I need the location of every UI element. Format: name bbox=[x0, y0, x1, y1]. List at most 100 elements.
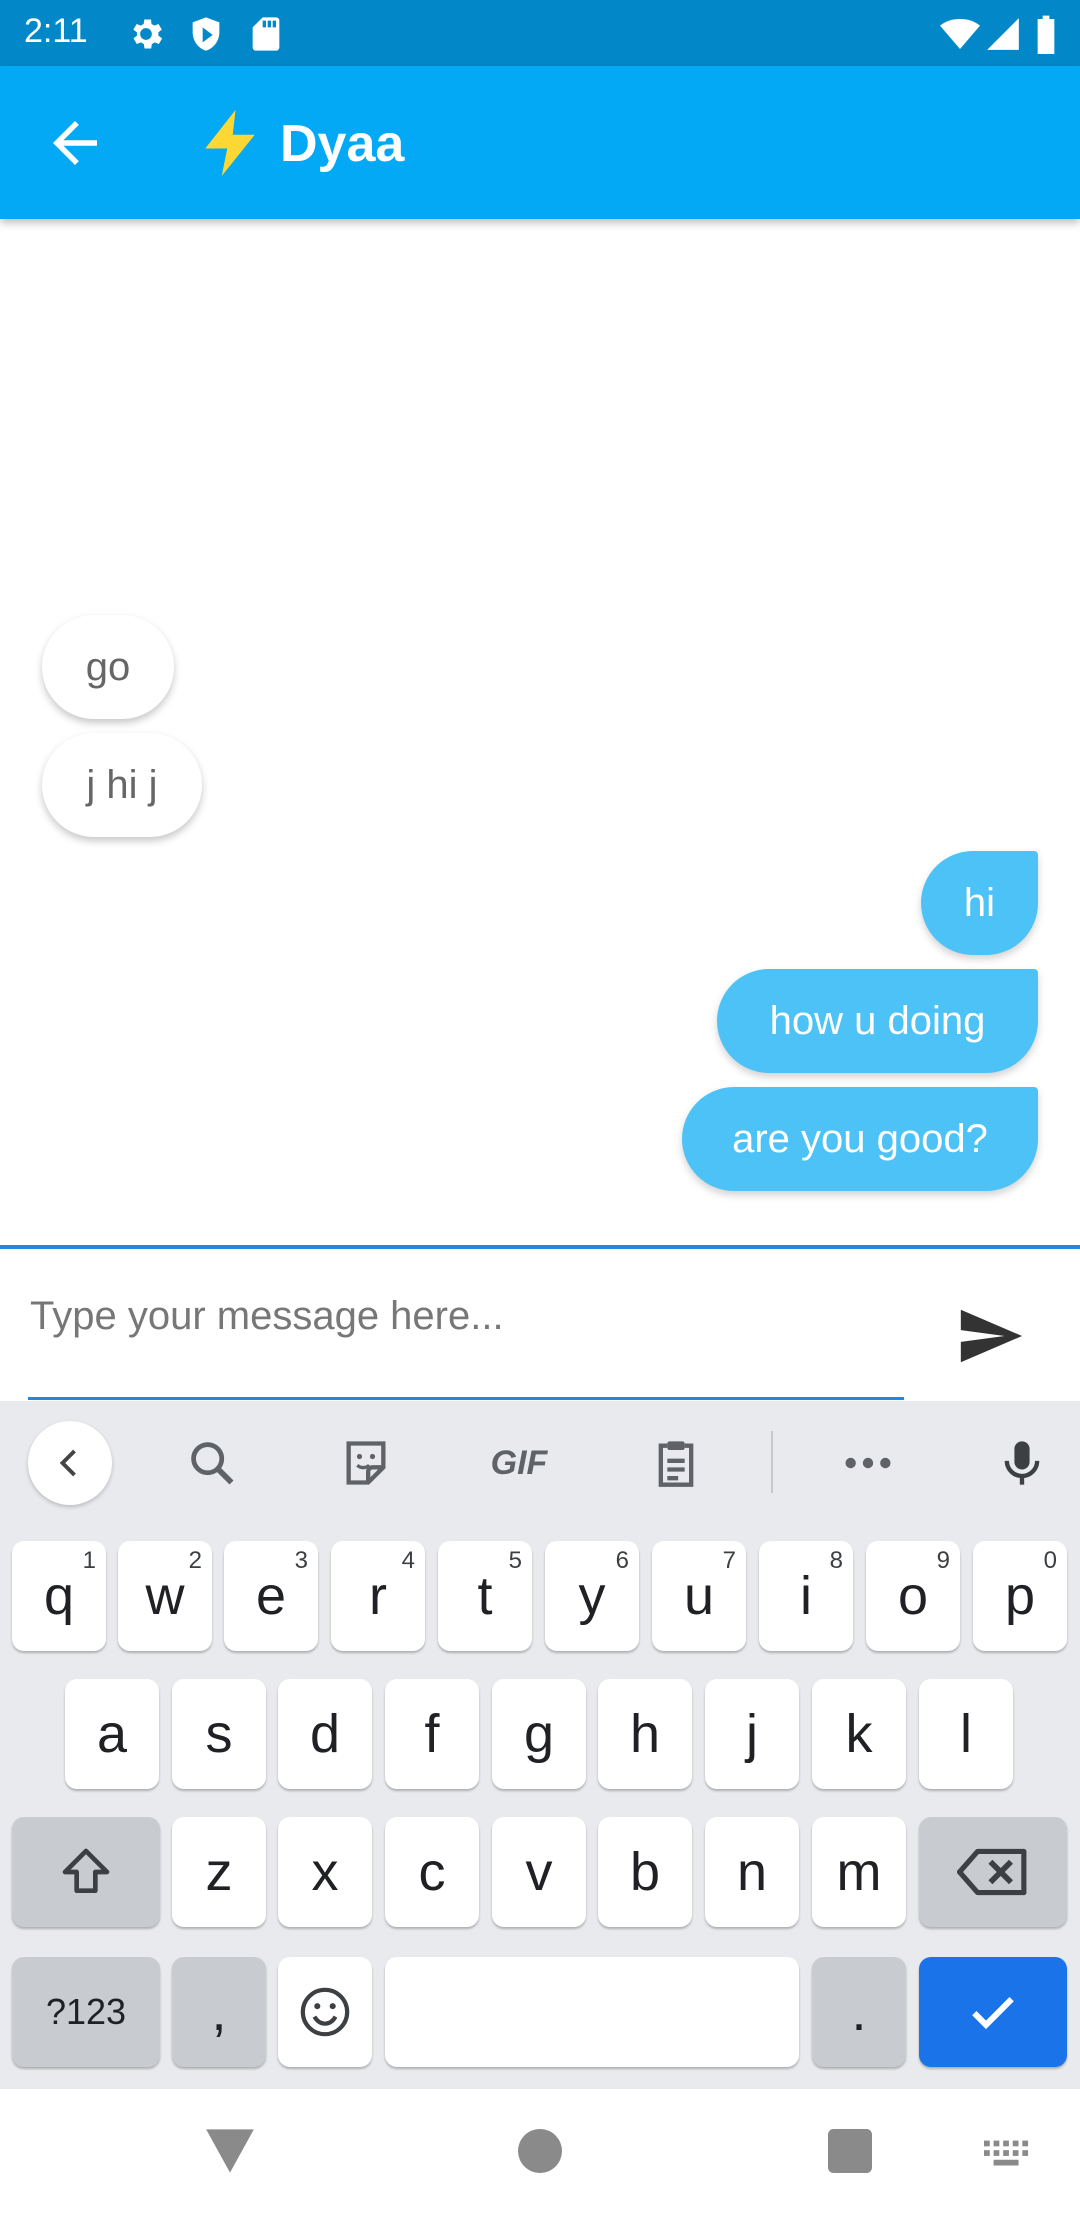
key-label: r bbox=[369, 1566, 387, 1626]
back-arrow-icon[interactable] bbox=[42, 110, 108, 176]
keyboard: GIF q1 w2 e3 r4 t5 y6 u7 i8 o9 p0 a s d … bbox=[0, 1401, 1080, 2089]
sd-card-icon bbox=[252, 17, 280, 51]
key-hint: 8 bbox=[829, 1547, 843, 1574]
key-d[interactable]: d bbox=[278, 1679, 372, 1789]
sticker-icon bbox=[346, 1441, 386, 1485]
key-v[interactable]: v bbox=[492, 1817, 586, 1927]
message-input[interactable] bbox=[28, 1283, 906, 1349]
key-label: t bbox=[477, 1566, 493, 1626]
app-bar: Dyaa bbox=[0, 66, 1080, 219]
status-bar: 2:11 bbox=[0, 0, 1080, 66]
keyboard-more-button[interactable] bbox=[832, 1421, 904, 1505]
key-label: w bbox=[145, 1566, 185, 1626]
key-n[interactable]: n bbox=[705, 1817, 799, 1927]
back-triangle-icon[interactable] bbox=[204, 2127, 256, 2175]
key-e[interactable]: e3 bbox=[224, 1541, 318, 1651]
outgoing-message: are you good? bbox=[682, 1087, 1038, 1191]
chat-title: Dyaa bbox=[280, 115, 405, 173]
keyboard-switch-icon[interactable] bbox=[984, 2139, 1030, 2169]
key-hint: 5 bbox=[508, 1547, 522, 1574]
mic-icon bbox=[1004, 1441, 1040, 1485]
keyboard-collapse-button[interactable] bbox=[28, 1421, 112, 1505]
shift-key[interactable] bbox=[12, 1817, 160, 1927]
key-label: u bbox=[683, 1566, 715, 1626]
backspace-key[interactable] bbox=[919, 1817, 1067, 1927]
key-label: p bbox=[1004, 1566, 1036, 1626]
key-hint: 0 bbox=[1043, 1547, 1057, 1574]
clipboard-icon bbox=[658, 1441, 694, 1487]
shift-icon bbox=[62, 1848, 110, 1893]
battery-icon bbox=[1037, 15, 1055, 54]
chevron-left-icon bbox=[59, 1449, 76, 1477]
emoji-icon bbox=[300, 1987, 350, 2037]
key-p[interactable]: p0 bbox=[973, 1541, 1067, 1651]
wifi-icon bbox=[940, 19, 980, 49]
key-label: o bbox=[897, 1566, 929, 1626]
key-q[interactable]: q1 bbox=[12, 1541, 106, 1651]
key-y[interactable]: y6 bbox=[545, 1541, 639, 1651]
key-k[interactable]: k bbox=[812, 1679, 906, 1789]
key-r[interactable]: r4 bbox=[331, 1541, 425, 1651]
key-label: e bbox=[255, 1566, 287, 1626]
send-icon[interactable] bbox=[950, 1301, 1030, 1371]
space-key[interactable] bbox=[385, 1957, 799, 2067]
done-key[interactable] bbox=[919, 1957, 1067, 2067]
key-j[interactable]: j bbox=[705, 1679, 799, 1789]
message-composer bbox=[0, 1249, 1080, 1401]
key-f[interactable]: f bbox=[385, 1679, 479, 1789]
emoji-key[interactable] bbox=[278, 1957, 372, 2067]
navigation-bar bbox=[0, 2089, 1080, 2220]
keyboard-search-button[interactable] bbox=[176, 1421, 248, 1505]
toolbar-separator bbox=[771, 1431, 773, 1493]
key-hint: 4 bbox=[401, 1547, 415, 1574]
key-label: q bbox=[43, 1566, 75, 1626]
home-circle-icon[interactable] bbox=[518, 2129, 562, 2173]
key-hint: 1 bbox=[82, 1547, 96, 1574]
checkmark-icon bbox=[972, 1997, 1014, 2030]
key-x[interactable]: x bbox=[278, 1817, 372, 1927]
backspace-icon bbox=[957, 1848, 1027, 1896]
outgoing-message: how u doing bbox=[717, 969, 1038, 1073]
comma-key[interactable]: , bbox=[172, 1957, 266, 2067]
key-label: i bbox=[800, 1566, 812, 1626]
key-c[interactable]: c bbox=[385, 1817, 479, 1927]
outgoing-message: hi bbox=[921, 851, 1038, 955]
signal-icon bbox=[987, 18, 1019, 50]
recents-square-icon[interactable] bbox=[828, 2129, 872, 2173]
key-b[interactable]: b bbox=[598, 1817, 692, 1927]
lightning-bolt-icon bbox=[205, 110, 255, 176]
key-hint: 6 bbox=[615, 1547, 629, 1574]
settings-icon bbox=[133, 19, 163, 49]
key-w[interactable]: w2 bbox=[118, 1541, 212, 1651]
search-icon bbox=[191, 1442, 234, 1485]
key-a[interactable]: a bbox=[65, 1679, 159, 1789]
period-key[interactable]: . bbox=[812, 1957, 906, 2067]
key-hint: 9 bbox=[936, 1547, 950, 1574]
key-g[interactable]: g bbox=[492, 1679, 586, 1789]
key-l[interactable]: l bbox=[919, 1679, 1013, 1789]
key-z[interactable]: z bbox=[172, 1817, 266, 1927]
key-hint: 3 bbox=[294, 1547, 308, 1574]
input-underline bbox=[28, 1397, 904, 1400]
more-horiz-icon bbox=[845, 1457, 891, 1469]
status-time: 2:11 bbox=[24, 12, 88, 50]
key-hint: 2 bbox=[188, 1547, 202, 1574]
symbols-key[interactable]: ?123 bbox=[12, 1957, 160, 2067]
key-o[interactable]: o9 bbox=[866, 1541, 960, 1651]
key-h[interactable]: h bbox=[598, 1679, 692, 1789]
key-t[interactable]: t5 bbox=[438, 1541, 532, 1651]
shield-play-icon bbox=[192, 17, 220, 51]
incoming-message: j hi j bbox=[42, 733, 202, 837]
gif-label: GIF bbox=[490, 1443, 548, 1482]
key-m[interactable]: m bbox=[812, 1817, 906, 1927]
keyboard-mic-button[interactable] bbox=[986, 1421, 1058, 1505]
key-hint: 7 bbox=[722, 1547, 736, 1574]
key-s[interactable]: s bbox=[172, 1679, 266, 1789]
keyboard-sticker-button[interactable] bbox=[330, 1421, 402, 1505]
key-label: y bbox=[578, 1566, 606, 1626]
keyboard-gif-button[interactable]: GIF bbox=[482, 1421, 556, 1505]
incoming-message: go bbox=[42, 615, 174, 719]
key-u[interactable]: u7 bbox=[652, 1541, 746, 1651]
key-i[interactable]: i8 bbox=[759, 1541, 853, 1651]
keyboard-clipboard-button[interactable] bbox=[640, 1421, 712, 1505]
